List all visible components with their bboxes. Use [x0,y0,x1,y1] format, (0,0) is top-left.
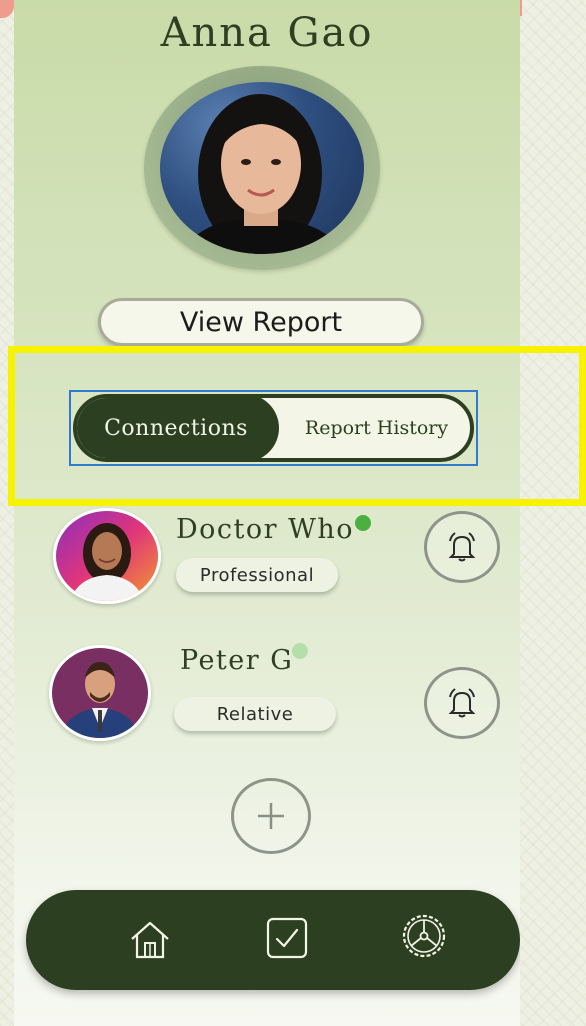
avatar-illustration [56,511,158,601]
home-icon [131,921,169,959]
view-report-button[interactable]: View Report [98,298,424,346]
tab-report-history[interactable]: Report History [279,398,470,458]
settings-icon [402,914,446,958]
avatar-illustration [52,648,148,738]
notify-button[interactable] [424,511,500,583]
profile-name: Anna Gao [160,10,374,56]
connection-avatar[interactable] [53,508,161,604]
away-status-dot [292,643,308,659]
notify-button[interactable] [424,667,500,739]
add-connection-button[interactable] [231,778,311,854]
tab-connections[interactable]: Connections [77,398,279,458]
nav-home[interactable] [122,912,178,968]
bottom-nav [26,890,520,990]
profile-avatar-frame [144,66,380,270]
profile-photo-illustration [180,94,346,254]
connection-name: Peter G [180,645,294,676]
connection-name: Doctor Who [176,514,355,545]
bell-icon [448,688,476,718]
app-screen: Anna Gao View Report Doctor Who Professi… [14,0,520,1026]
edge-accent [0,0,14,18]
role-badge: Professional [176,558,338,592]
checkbox-icon [266,917,308,959]
tab-switcher: Connections Report History [73,394,474,462]
bell-icon [448,532,476,562]
nav-settings[interactable] [396,908,452,964]
role-badge: Relative [174,697,336,731]
nav-tasks[interactable] [259,910,315,966]
plus-icon [258,803,284,829]
online-status-dot [355,515,371,531]
connection-avatar[interactable] [49,645,151,741]
profile-avatar [160,82,364,254]
